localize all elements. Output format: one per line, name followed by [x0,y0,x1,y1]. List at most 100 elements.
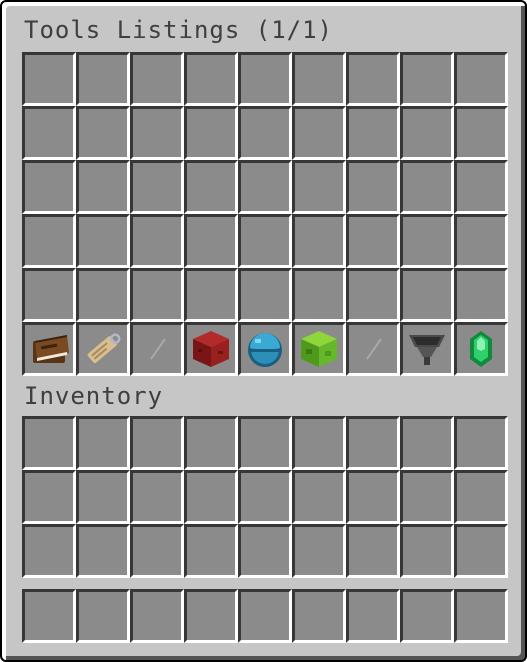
container-slot[interactable] [130,52,184,106]
container-slot[interactable] [346,214,400,268]
container-slot[interactable] [400,214,454,268]
inventory-slot[interactable] [346,416,400,470]
container-slot[interactable] [292,268,346,322]
container-slot[interactable] [130,106,184,160]
container-slot[interactable] [238,52,292,106]
container-slot[interactable] [130,268,184,322]
container-slot[interactable] [184,214,238,268]
container-slot[interactable] [22,106,76,160]
inventory-slot[interactable] [130,470,184,524]
container-slot[interactable] [454,160,508,214]
container-slot[interactable] [238,322,292,376]
hotbar-slot[interactable] [184,589,238,643]
container-slot[interactable] [346,106,400,160]
inventory-slot[interactable] [184,524,238,578]
inventory-slot[interactable] [454,416,508,470]
inventory-slot[interactable] [238,470,292,524]
container-slot[interactable] [76,52,130,106]
inventory-slot[interactable] [130,524,184,578]
container-slot[interactable] [130,160,184,214]
hotbar-slot[interactable] [238,589,292,643]
container-slot[interactable] [454,322,508,376]
container-slot[interactable] [292,106,346,160]
inventory-slot[interactable] [76,416,130,470]
container-slot[interactable] [292,322,346,376]
inventory-slot[interactable] [346,524,400,578]
inventory-slot[interactable] [76,470,130,524]
container-slot[interactable] [130,322,184,376]
hotbar-slot[interactable] [22,589,76,643]
container-slot[interactable] [454,214,508,268]
container-slot[interactable] [400,268,454,322]
inventory-slot[interactable] [76,524,130,578]
hotbar-slot[interactable] [130,589,184,643]
container-slot[interactable] [76,160,130,214]
container-slot[interactable] [292,214,346,268]
container-slot[interactable] [22,268,76,322]
inventory-slot[interactable] [22,470,76,524]
inventory-slot[interactable] [184,416,238,470]
container-slot[interactable] [346,52,400,106]
hotbar-slot[interactable] [454,589,508,643]
inventory-slot[interactable] [238,416,292,470]
hotbar-slot-grid [22,589,508,643]
container-slot[interactable] [184,268,238,322]
inventory-slot[interactable] [22,524,76,578]
container-slot[interactable] [22,322,76,376]
container-slot[interactable] [184,322,238,376]
container-slot[interactable] [238,268,292,322]
container-slot[interactable] [400,106,454,160]
hotbar-slot[interactable] [76,589,130,643]
inventory-slot[interactable] [22,416,76,470]
chest-window: Tools Listings (1/1) Inventory [0,0,527,662]
container-slot[interactable] [292,160,346,214]
inventory-slot[interactable] [130,416,184,470]
inventory-slot[interactable] [184,470,238,524]
container-slot[interactable] [346,160,400,214]
inventory-title: Inventory [24,382,164,410]
inventory-slot[interactable] [400,416,454,470]
emerald-icon [470,331,492,367]
container-slot[interactable] [76,268,130,322]
container-slot[interactable] [76,214,130,268]
inventory-slot[interactable] [400,470,454,524]
gray-glass-pane-icon [366,338,382,360]
red-block-icon [193,331,229,367]
name-tag-icon [87,333,121,364]
inventory-slot[interactable] [400,524,454,578]
container-slot[interactable] [400,322,454,376]
container-slot[interactable] [184,106,238,160]
inventory-slot[interactable] [454,470,508,524]
inventory-slot[interactable] [292,416,346,470]
container-slot[interactable] [76,106,130,160]
container-slot[interactable] [238,160,292,214]
container-slot[interactable] [22,160,76,214]
inventory-slot[interactable] [292,524,346,578]
container-slot-grid [22,52,508,376]
inventory-slot[interactable] [292,470,346,524]
container-slot[interactable] [184,52,238,106]
inventory-slot[interactable] [238,524,292,578]
container-slot[interactable] [400,52,454,106]
container-slot[interactable] [22,52,76,106]
container-slot[interactable] [454,106,508,160]
container-slot[interactable] [22,214,76,268]
container-slot[interactable] [346,322,400,376]
slime-block-icon [301,331,337,367]
hotbar-slot[interactable] [346,589,400,643]
inventory-slot[interactable] [346,470,400,524]
hotbar-slot[interactable] [292,589,346,643]
container-slot[interactable] [400,160,454,214]
container-slot[interactable] [292,52,346,106]
container-slot[interactable] [238,214,292,268]
container-slot[interactable] [454,268,508,322]
hotbar-slot[interactable] [400,589,454,643]
inventory-slot[interactable] [454,524,508,578]
inventory-slot-grid [22,416,508,578]
container-slot[interactable] [184,160,238,214]
container-slot[interactable] [238,106,292,160]
container-slot[interactable] [346,268,400,322]
container-slot[interactable] [76,322,130,376]
container-slot[interactable] [130,214,184,268]
container-slot[interactable] [454,52,508,106]
